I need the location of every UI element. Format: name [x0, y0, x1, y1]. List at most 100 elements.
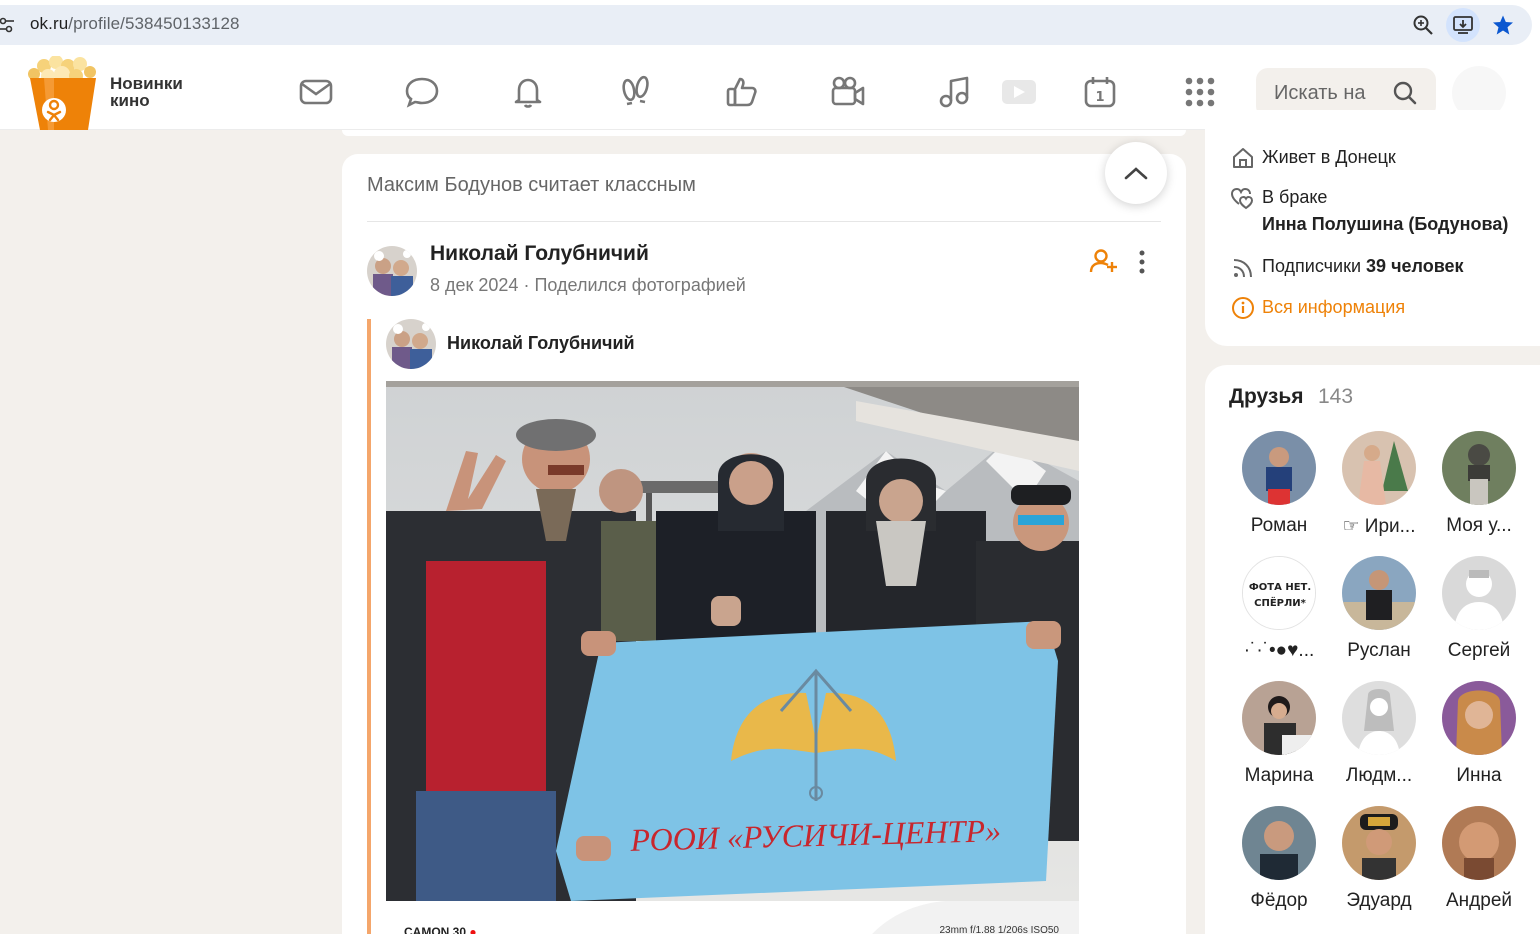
subscribers-count: 39 человек [1366, 256, 1464, 276]
url-path: /profile/538450133128 [68, 14, 240, 33]
friend-name: Людм... [1345, 765, 1413, 786]
music-icon[interactable] [934, 72, 974, 112]
repost-author-avatar[interactable] [386, 319, 436, 369]
feed-header-text: Максим Бодунов считает классным [367, 174, 696, 196]
zoom-icon[interactable] [1412, 14, 1434, 36]
chevron-up-icon [1124, 167, 1148, 180]
red-dot-icon: ● [469, 925, 477, 934]
friend-name: Моя у... [1446, 515, 1512, 536]
previous-card-bottom [342, 130, 1186, 136]
url-host: ok.ru [30, 14, 69, 33]
video-icon[interactable] [998, 72, 1038, 112]
friend-item[interactable]: Фёдор [1229, 806, 1329, 912]
friend-avatar [1242, 431, 1316, 505]
svg-text:1: 1 [1095, 90, 1104, 105]
friend-item[interactable]: Сергей [1429, 556, 1529, 662]
friend-name: ☞ Ири... [1342, 516, 1416, 537]
friend-avatar [1442, 556, 1516, 630]
friend-item[interactable]: Руслан [1329, 556, 1429, 662]
post-action: Поделился фотографией [534, 275, 746, 295]
friend-name: ·˙·˙•●♥... [1243, 640, 1315, 661]
info-circle-icon [1232, 297, 1254, 319]
author-avatar-image [367, 246, 417, 296]
friend-name: Фёдор [1250, 890, 1308, 911]
friend-avatar [1242, 806, 1316, 880]
post-author-name[interactable]: Николай Голубничий [430, 242, 649, 266]
camera-settings: 23mm f/1.88 1/206s ISO50 [939, 925, 1059, 934]
url-text[interactable]: ok.ru/profile/538450133128 [30, 14, 240, 34]
friend-name: Сергей [1447, 640, 1511, 661]
friends-title[interactable]: Друзья [1229, 385, 1304, 409]
friend-avatar [1242, 681, 1316, 755]
friend-avatar [1342, 431, 1416, 505]
site-settings-icon[interactable] [0, 16, 14, 34]
friend-avatar [1342, 681, 1416, 755]
all-info-link[interactable]: Вся информация [1262, 297, 1405, 318]
home-icon [1233, 148, 1253, 168]
friend-item[interactable]: ☞ Ири... [1329, 431, 1429, 538]
post-date[interactable]: 8 дек 2024 [430, 275, 518, 295]
promo-line-2: кино [110, 91, 150, 110]
messages-icon[interactable] [296, 72, 336, 112]
guests-icon[interactable] [616, 72, 656, 112]
search-icon [1393, 81, 1417, 105]
friend-item[interactable]: Андрей [1429, 806, 1529, 912]
apps-icon[interactable] [1180, 72, 1220, 112]
friend-avatar [1442, 806, 1516, 880]
friend-item[interactable]: Эдуард [1329, 806, 1429, 912]
divider [367, 221, 1161, 222]
install-icon [1453, 16, 1473, 34]
meta-separator: · [523, 275, 530, 295]
avatar-text: ФОТА НЕТ. [1249, 582, 1311, 593]
scroll-up-button[interactable] [1105, 142, 1167, 204]
friend-name: Руслан [1347, 640, 1411, 661]
friend-avatar [1342, 556, 1416, 630]
lives-in-text: Живет в Донецк [1262, 147, 1396, 167]
friend-name: Андрей [1446, 890, 1512, 911]
promo-movies-link[interactable]: Новинки кино [110, 75, 183, 109]
install-app-button[interactable] [1446, 8, 1480, 42]
friend-item[interactable]: Людм... [1329, 681, 1429, 787]
events-icon[interactable]: 1 [1080, 72, 1120, 112]
bookmark-star-icon[interactable] [1492, 14, 1514, 36]
subscribers-row[interactable]: Подписчики 39 человек [1262, 256, 1464, 277]
photo-watermark-bar: CAMON 30 ● 23mm f/1.88 1/206s ISO50 [386, 901, 1079, 934]
likes-icon[interactable] [722, 72, 762, 112]
friend-item[interactable]: Моя у... [1429, 431, 1529, 537]
friend-name: Роман [1250, 515, 1308, 536]
friend-name: Марина [1244, 765, 1314, 786]
repost-indicator [367, 319, 371, 934]
add-friend-icon[interactable] [1089, 246, 1119, 276]
discussions-icon[interactable] [402, 72, 442, 112]
spouse-link[interactable]: Инна Полушина (Бодунова) [1262, 214, 1508, 235]
friend-avatar [1442, 431, 1516, 505]
repost-avatar-image [386, 319, 436, 369]
notifications-icon[interactable] [508, 72, 548, 112]
camera-model: CAMON 30 ● [404, 925, 477, 934]
friend-item[interactable]: ФОТА НЕТ. СПЁРЛИ* ·˙·˙•●♥... [1229, 556, 1329, 662]
rss-subscribers-icon [1233, 259, 1252, 278]
post-meta: 8 дек 2024 · Поделился фотографией [430, 275, 746, 296]
profile-info-card: Живет в Донецк В браке Инна Полушина (Бо… [1205, 110, 1540, 346]
avatar-text: СПЁРЛИ* [1254, 595, 1307, 609]
friend-avatar [1442, 681, 1516, 755]
friend-item[interactable]: Инна [1429, 681, 1529, 787]
video-calls-icon[interactable] [828, 72, 868, 112]
post-photo[interactable]: РООИ «РУСИЧИ-ЦЕНТР» [386, 381, 1079, 901]
friends-card: Друзья 143 Роман ☞ Ири... Моя у... ФОТА … [1205, 365, 1540, 934]
feed-card: Максим Бодунов считает классным Николай … [342, 142, 1186, 934]
marital-status: В браке [1262, 187, 1328, 207]
author-avatar[interactable] [367, 246, 417, 296]
more-options-icon[interactable] [1132, 248, 1152, 276]
promo-line-1: Новинки [110, 74, 183, 93]
friend-item[interactable]: Роман [1229, 431, 1329, 537]
ok-logo-popcorn-icon[interactable] [14, 56, 106, 130]
friend-item[interactable]: Марина [1229, 681, 1329, 787]
subscribers-label: Подписчики [1262, 256, 1362, 276]
group-photo-image: РООИ «РУСИЧИ-ЦЕНТР» [386, 381, 1079, 901]
friends-count: 143 [1318, 385, 1354, 408]
camera-model-text: CAMON 30 [404, 925, 467, 934]
friend-avatar [1342, 806, 1416, 880]
repost-author-name[interactable]: Николай Голубничий [447, 333, 635, 354]
search-placeholder: Искать на [1274, 82, 1366, 104]
